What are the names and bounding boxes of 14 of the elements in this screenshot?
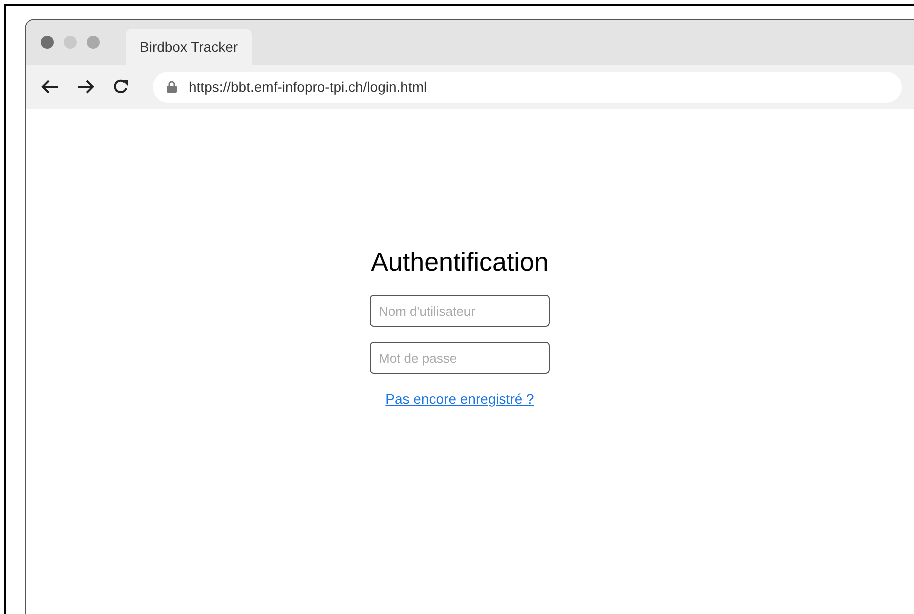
window-close-dot-icon[interactable] (41, 36, 54, 49)
password-field[interactable]: Mot de passe (370, 342, 550, 374)
window-maximize-dot-icon[interactable] (87, 36, 100, 49)
register-link[interactable]: Pas encore enregistré ? (386, 389, 534, 410)
login-heading: Authentification (371, 246, 549, 278)
browser-tab[interactable]: Birdbox Tracker (126, 29, 252, 65)
address-field[interactable]: https://bbt.emf-infopro-tpi.ch/login.html (153, 72, 902, 102)
back-arrow-icon[interactable] (41, 79, 59, 95)
window-minimize-dot-icon[interactable] (64, 36, 77, 49)
url-text: https://bbt.emf-infopro-tpi.ch/login.html (189, 78, 428, 97)
forward-arrow-icon[interactable] (77, 79, 95, 95)
username-field[interactable]: Nom d'utilisateur (370, 295, 550, 327)
reload-icon[interactable] (113, 79, 129, 95)
lock-icon (167, 81, 177, 93)
